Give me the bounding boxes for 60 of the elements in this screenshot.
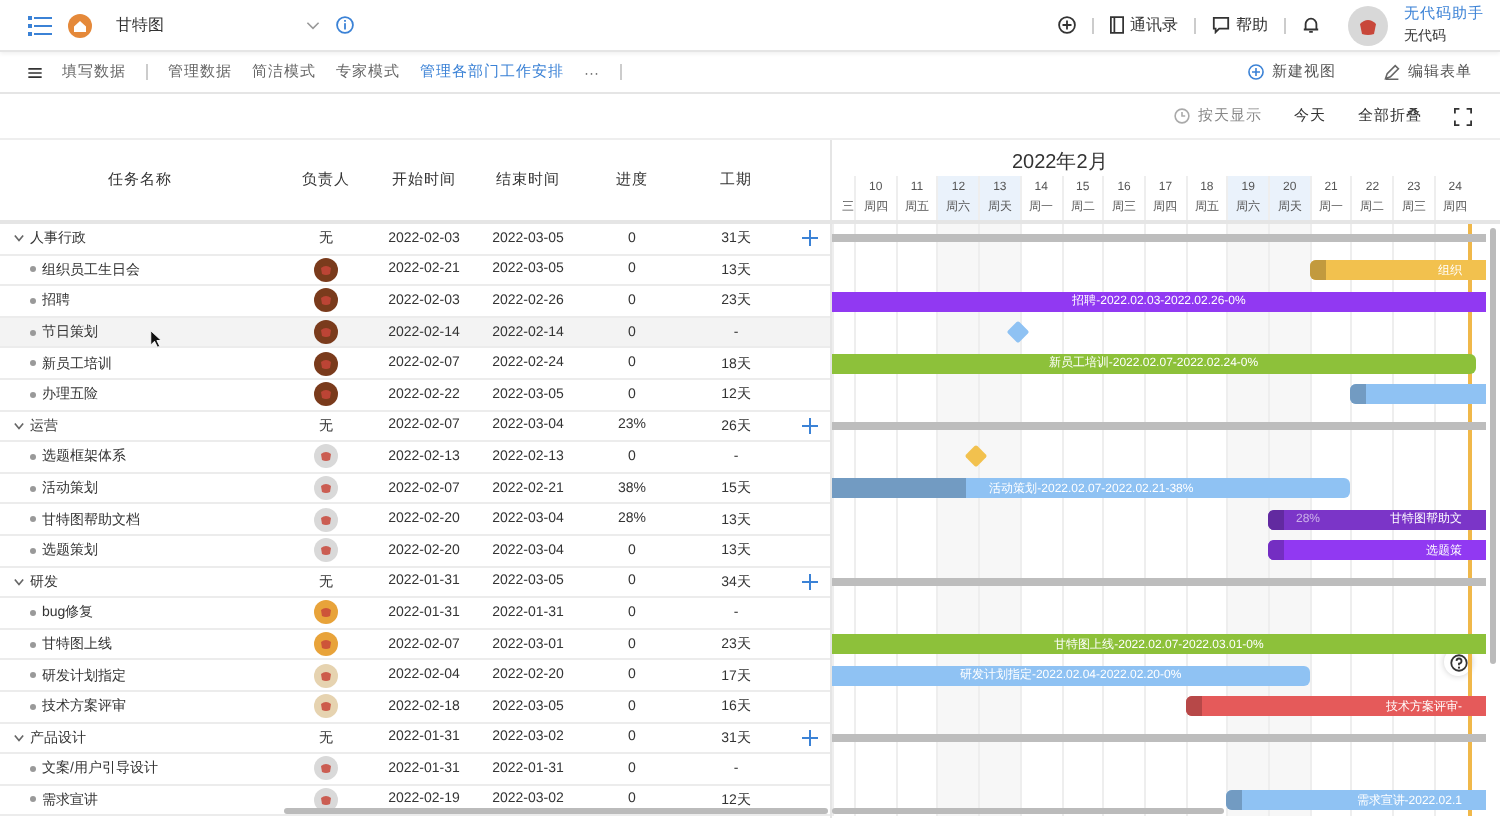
contacts-button[interactable]: 通讯录	[1110, 14, 1178, 36]
owner-avatar	[314, 600, 338, 625]
drag-handle[interactable]	[1226, 790, 1243, 811]
bullet-icon	[30, 266, 36, 273]
bullet-icon	[30, 485, 36, 492]
owner-avatar	[314, 663, 338, 688]
owner-avatar	[314, 257, 338, 282]
expand-chevron-icon[interactable]	[14, 421, 24, 430]
add-icon[interactable]	[1058, 16, 1076, 34]
horizontal-scrollbar[interactable]	[832, 808, 1224, 814]
bullet-icon	[30, 453, 36, 460]
mouse-cursor-icon	[150, 330, 162, 349]
bullet-icon	[30, 360, 36, 367]
pencil-icon	[1384, 64, 1400, 80]
help-button[interactable]: 帮助	[1212, 14, 1268, 36]
bullet-icon	[30, 516, 36, 523]
owner-avatar	[314, 694, 338, 719]
chat-bubble-icon	[1212, 16, 1230, 34]
month-label: 2022年2月	[1012, 150, 1108, 176]
drag-handle[interactable]	[1350, 384, 1367, 405]
add-icon	[1248, 64, 1264, 80]
drag-handle[interactable]	[1268, 540, 1284, 561]
bullet-icon	[30, 609, 36, 616]
info-icon[interactable]	[336, 16, 354, 34]
bullet-icon	[30, 703, 36, 710]
fullscreen-icon[interactable]	[1454, 107, 1472, 125]
bullet-icon	[30, 547, 36, 554]
menu-icon[interactable]	[28, 15, 52, 35]
bullet-icon	[30, 672, 36, 679]
bullet-icon	[30, 329, 36, 336]
expand-chevron-icon[interactable]	[14, 577, 24, 586]
bullet-icon	[30, 391, 36, 398]
owner-avatar	[314, 538, 338, 563]
app-title: 甘特图	[116, 14, 166, 36]
owner-avatar	[314, 756, 338, 781]
owner-avatar	[314, 288, 338, 313]
home-icon[interactable]	[68, 13, 92, 37]
bullet-icon	[30, 765, 36, 772]
owner-avatar	[314, 476, 338, 501]
owner-avatar	[314, 382, 338, 407]
clock-icon	[1174, 108, 1190, 124]
user-avatar[interactable]	[1348, 5, 1388, 45]
chevron-down-icon[interactable]	[306, 21, 320, 29]
owner-avatar	[314, 320, 338, 345]
bullet-icon	[30, 641, 36, 648]
expand-chevron-icon[interactable]	[14, 733, 24, 742]
bell-icon[interactable]	[1302, 16, 1320, 34]
owner-avatar	[314, 632, 338, 657]
bullet-icon	[30, 297, 36, 304]
hamburger-icon[interactable]	[28, 67, 42, 77]
book-icon	[1110, 16, 1124, 34]
task-bar[interactable]	[1350, 384, 1486, 405]
owner-avatar	[314, 444, 338, 469]
horizontal-scrollbar[interactable]	[284, 808, 828, 814]
expand-chevron-icon[interactable]	[14, 234, 24, 243]
bullet-icon	[30, 796, 36, 803]
vertical-scrollbar[interactable]	[1490, 228, 1496, 664]
drag-handle[interactable]	[1185, 696, 1202, 717]
owner-avatar	[314, 507, 338, 532]
owner-avatar	[314, 351, 338, 376]
